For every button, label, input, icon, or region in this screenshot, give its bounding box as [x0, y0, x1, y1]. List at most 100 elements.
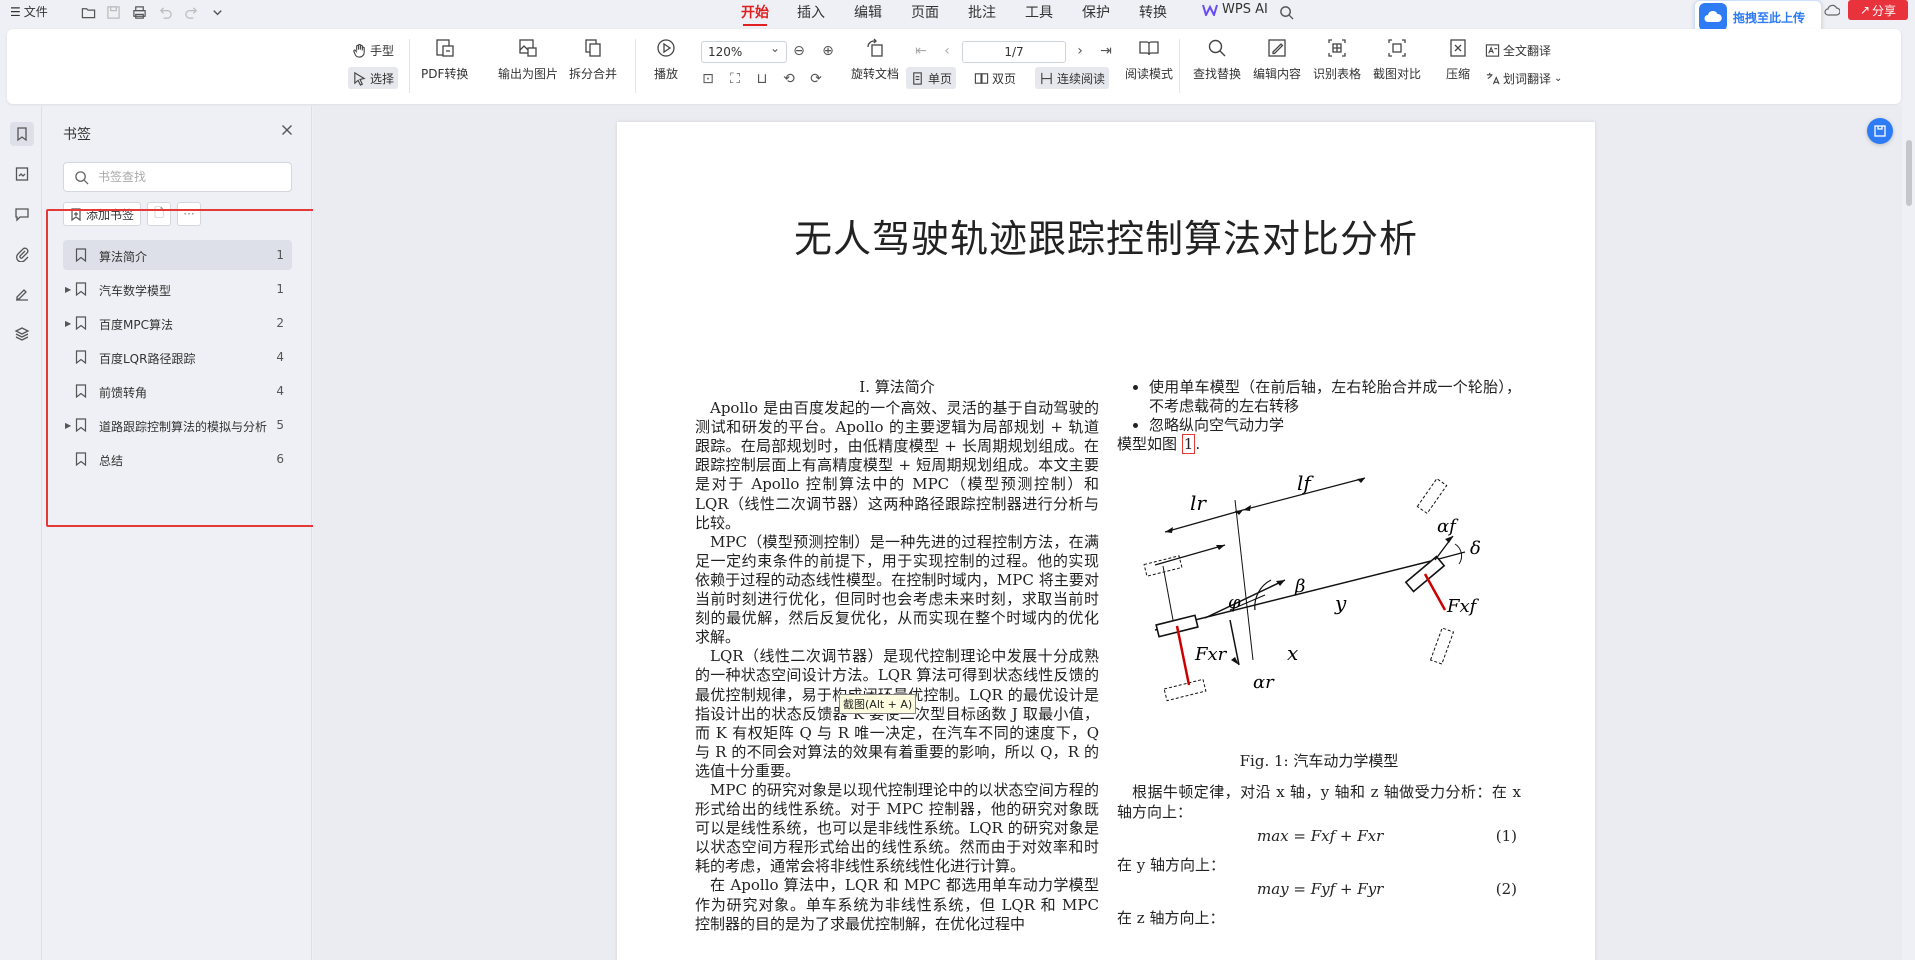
open-book-icon: [1136, 35, 1162, 61]
export-image-icon: [515, 35, 541, 61]
title-menu-bar: ☰ 文件 开始 插入 编辑 页面 批注 工具 保护 转换 WPS AI: [0, 0, 1915, 26]
tab-page[interactable]: 页面: [911, 2, 939, 22]
paragraph: MPC 的研究对象是以现代控制理论中的以状态空间方程的形式给出的线性系统。对于 …: [695, 780, 1099, 876]
hand-icon: [353, 43, 365, 58]
fig-label-alpha-f: αf: [1437, 516, 1459, 537]
paragraph: LQR（线性二次调节器）是现代控制理论中发展十分成熟的一种状态空间设计方法。LQ…: [695, 647, 1099, 780]
double-page-button[interactable]: 双页: [970, 67, 1020, 89]
hand-tool-button[interactable]: 手型: [348, 39, 398, 61]
fig-label-delta: δ: [1470, 538, 1481, 559]
rotate-right-icon[interactable]: ⟳: [808, 71, 824, 87]
rotate-doc-button[interactable]: 旋转文档: [851, 35, 899, 82]
figure-reference-link[interactable]: 1: [1181, 434, 1196, 455]
bookmark-panel-icon[interactable]: [10, 122, 34, 146]
zoom-out-icon[interactable]: ⊖: [791, 43, 807, 59]
continuous-read-button[interactable]: 连续阅读: [1035, 67, 1110, 89]
double-page-icon: [974, 72, 989, 84]
reading-mode-button[interactable]: 阅读模式: [1125, 35, 1173, 82]
equation-formula: max = Fxf + Fxr: [1257, 826, 1384, 845]
recognize-table-button[interactable]: 识别表格: [1313, 35, 1361, 82]
layers-icon[interactable]: [10, 322, 34, 346]
bookmark-search-input[interactable]: [98, 168, 283, 186]
equation-1: max = Fxf + Fxr (1): [1117, 822, 1521, 850]
signature-icon[interactable]: [10, 282, 34, 306]
rotate-left-icon[interactable]: ⟲: [781, 71, 797, 87]
tab-convert[interactable]: 转换: [1139, 2, 1167, 22]
bookmark-search-field[interactable]: [63, 162, 292, 192]
file-menu[interactable]: ☰ 文件: [10, 3, 48, 20]
pdf-convert-button[interactable]: PDF转换: [421, 35, 468, 82]
vertical-scrollbar[interactable]: [1906, 140, 1912, 206]
tab-start[interactable]: 开始: [741, 2, 769, 26]
full-translate-button[interactable]: 全文翻译: [1481, 39, 1555, 61]
paragraph: MPC（模型预测控制）是一种先进的过程控制方法，在满足一定约束条件的前提下，用于…: [695, 532, 1099, 647]
actual-size-icon[interactable]: ⊡: [700, 71, 716, 87]
floating-save-icon[interactable]: [1867, 118, 1893, 144]
single-page-button[interactable]: 单页: [906, 67, 957, 89]
split-merge-button[interactable]: 拆分合并: [569, 35, 617, 82]
open-folder-icon[interactable]: [77, 2, 99, 22]
prev-page-icon[interactable]: ‹: [939, 43, 955, 59]
next-page-icon[interactable]: ›: [1072, 43, 1088, 59]
wps-ai-button[interactable]: WPS AI: [1202, 2, 1268, 17]
compress-button[interactable]: 压缩: [1445, 35, 1471, 82]
paragraph: Apollo 是由百度发起的一个高效、灵活的基于自动驾驶的测试和研发的平台。Ap…: [695, 399, 1099, 532]
first-page-icon[interactable]: ⇤: [913, 43, 929, 59]
document-view[interactable]: 无人驾驶轨迹跟踪控制算法对比分析 I. 算法简介 Apollo 是由百度发起的一…: [313, 106, 1902, 960]
fig-label-fxr: Fxr: [1194, 644, 1228, 665]
left-icon-strip: [0, 106, 42, 960]
tab-insert[interactable]: 插入: [797, 2, 825, 22]
screenshot-compare-label: 截图对比: [1373, 67, 1422, 81]
tab-protect[interactable]: 保护: [1082, 2, 1110, 22]
file-menu-label: 文件: [23, 5, 48, 19]
select-tool-button[interactable]: 选择: [348, 67, 399, 89]
fit-page-icon[interactable]: ⛶: [727, 71, 743, 87]
left-column: I. 算法简介 Apollo 是由百度发起的一个高效、灵活的基于自动驾驶的测试和…: [695, 378, 1099, 934]
fig-label-phi: φ: [1228, 592, 1241, 613]
fit-width-icon[interactable]: ⊔: [754, 71, 770, 87]
equation-number: (2): [1495, 879, 1517, 898]
comment-icon[interactable]: [10, 202, 34, 226]
undo-icon[interactable]: [154, 2, 176, 22]
continuous-read-icon: [1041, 72, 1052, 84]
word-translate-button[interactable]: 划词翻译 ⌄: [1481, 67, 1566, 89]
screenshot-tooltip: 截图(Alt + A): [839, 694, 917, 714]
screenshot-compare-button[interactable]: 截图对比: [1373, 35, 1421, 82]
right-column: 使用单车模型（在前后轴，左右轮胎合并成一个轮胎），不考虑载荷的左右转移 忽略纵向…: [1117, 378, 1521, 928]
tab-annotate[interactable]: 批注: [968, 2, 996, 22]
export-image-button[interactable]: 输出为图片: [498, 35, 558, 82]
chevron-down-icon[interactable]: [206, 2, 228, 22]
translate-icon: [1485, 43, 1500, 57]
upload-label: 拖拽至此上传: [1733, 10, 1806, 25]
zoom-in-icon[interactable]: ⊕: [820, 43, 836, 59]
attachment-icon[interactable]: [10, 242, 34, 266]
print-icon[interactable]: [128, 2, 150, 22]
export-image-label: 输出为图片: [498, 67, 559, 81]
cloud-sync-icon[interactable]: [1824, 3, 1841, 17]
model-reference-line: 模型如图 1.: [1117, 434, 1201, 455]
tab-edit[interactable]: 编辑: [854, 2, 882, 22]
single-page-label: 单页: [928, 71, 953, 86]
zoom-select[interactable]: 120%: [701, 41, 787, 63]
share-button[interactable]: ↗ 分享: [1848, 0, 1908, 20]
play-button[interactable]: 播放: [653, 35, 679, 82]
page-number-input[interactable]: 1/7: [962, 41, 1066, 63]
find-replace-button[interactable]: 查找替换: [1193, 35, 1241, 82]
find-replace-label: 查找替换: [1193, 67, 1242, 81]
search-icon[interactable]: [1275, 2, 1297, 22]
section-heading: I. 算法简介: [859, 378, 935, 396]
fig-label-beta: β: [1294, 576, 1305, 597]
compress-icon: [1445, 35, 1471, 61]
thumbnail-icon[interactable]: [10, 162, 34, 186]
redo-icon[interactable]: [180, 2, 202, 22]
ribbon-divider: [1179, 39, 1180, 93]
last-page-icon[interactable]: ⇥: [1098, 43, 1114, 59]
ribbon-divider: [635, 39, 636, 93]
equation-number: (1): [1495, 826, 1517, 845]
edit-content-button[interactable]: 编辑内容: [1253, 35, 1301, 82]
paragraph: 在 Apollo 算法中，LQR 和 MPC 都选用单车动力学模型作为研究对象。…: [695, 876, 1099, 933]
tab-tools[interactable]: 工具: [1025, 2, 1053, 22]
close-icon[interactable]: [279, 122, 295, 138]
save-icon[interactable]: [102, 2, 124, 22]
document-title: 无人驾驶轨迹跟踪控制算法对比分析: [793, 219, 1418, 261]
